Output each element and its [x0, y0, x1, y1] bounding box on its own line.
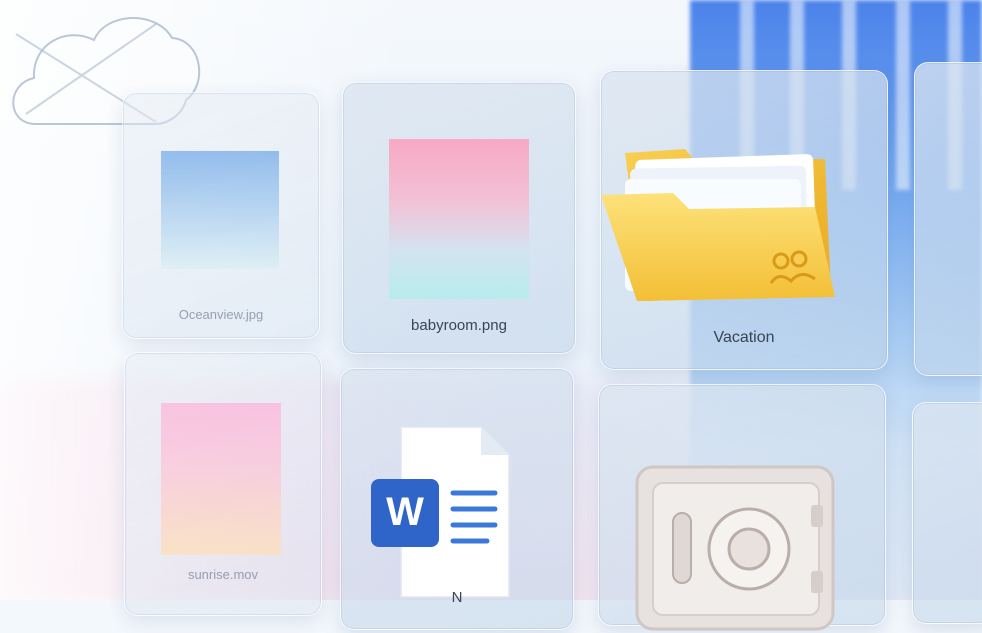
word-letter: W — [386, 490, 424, 534]
video-thumbnail-icon — [161, 403, 281, 555]
file-name-label: sunrise.mov — [187, 567, 259, 582]
file-tile-partial[interactable] — [914, 62, 982, 376]
background-stripe — [896, 0, 910, 190]
file-tile-sunrise[interactable]: sunrise.mov — [124, 352, 322, 616]
file-name-label: babyroom.png — [411, 317, 507, 334]
file-name-label: N — [451, 589, 463, 606]
folder-name-label: Vacation — [713, 329, 775, 346]
file-tile-oceanview[interactable]: Oceanview.jpg — [122, 92, 320, 339]
folder-tile-vacation[interactable]: Vacation — [600, 70, 888, 370]
word-document-icon: W — [371, 426, 510, 598]
file-tile-partial[interactable] — [912, 402, 982, 624]
vault-icon — [635, 465, 835, 631]
folder-icon — [601, 149, 835, 301]
image-thumbnail-icon — [161, 151, 279, 269]
file-name-label: Oceanview.jpg — [178, 307, 264, 322]
image-thumbnail-icon — [389, 139, 529, 299]
vault-tile[interactable] — [598, 384, 886, 631]
file-tile-babyroom[interactable]: babyroom.png — [342, 82, 576, 354]
file-tile-word-document[interactable]: W N — [340, 368, 574, 630]
